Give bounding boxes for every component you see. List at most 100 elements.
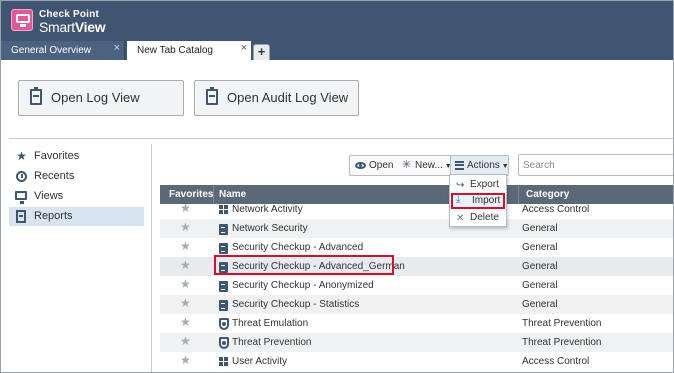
sidebar-item-views[interactable]: Views [9, 187, 144, 206]
shield-icon [219, 337, 229, 349]
chevron-down-icon: ▼ [501, 163, 509, 170]
monitor-icon [15, 191, 27, 204]
sidebar-item-label: Views [34, 190, 64, 202]
favorite-star-icon[interactable]: ★ [180, 204, 191, 218]
sidebar-item-label: Recents [34, 170, 75, 182]
favorite-star-icon[interactable]: ★ [180, 256, 191, 275]
row-name: Security Checkup - Statistics [232, 299, 360, 310]
clipboard-icon [206, 87, 218, 105]
export-icon: ↪ [456, 180, 465, 191]
star-icon: ★ [16, 149, 27, 163]
row-name: Network Security [232, 223, 308, 234]
menu-item-export[interactable]: ↪ Export [451, 177, 505, 193]
row-name: Security Checkup - Anonymized [232, 280, 374, 291]
clipboard-icon [30, 87, 42, 105]
close-icon[interactable]: × [114, 39, 120, 58]
row-category: General [522, 223, 558, 234]
open-button[interactable]: Open [355, 156, 393, 175]
sidebar-item-label: Favorites [34, 150, 80, 162]
table-row[interactable]: ★ Network Activity Access Control [160, 204, 673, 219]
favorite-star-icon[interactable]: ★ [180, 218, 191, 237]
row-name: Threat Prevention [232, 337, 312, 348]
grid-icon [219, 357, 228, 368]
favorite-star-icon[interactable]: ★ [180, 275, 191, 294]
open-audit-log-view-button[interactable]: Open Audit Log View [194, 80, 359, 116]
import-icon: ⤓ [456, 194, 461, 205]
button-label: Open [369, 160, 394, 171]
button-label: Open Audit Log View [227, 90, 349, 105]
actions-menu: ↪ Export ⤓ Import ✕ Delete [449, 174, 507, 227]
new-button[interactable]: ✳ New... ▼ [402, 156, 452, 175]
row-category: Threat Prevention [522, 337, 602, 348]
button-label: Actions [467, 160, 500, 171]
menu-icon [455, 161, 464, 170]
table-row[interactable]: ★ Security Checkup - Anonymized General [160, 275, 673, 295]
row-category: General [522, 242, 558, 253]
catalog-toolbar: Open ✳ New... ▼ Actions ▼ [349, 155, 509, 176]
report-icon [219, 300, 228, 311]
menu-item-label: Export [470, 179, 499, 190]
column-header-name[interactable]: Name [219, 185, 246, 204]
product-name: SmartView [39, 19, 106, 35]
table-row[interactable]: ★ User Activity Access Control [160, 351, 673, 371]
table-row[interactable]: ★ Network Security General [160, 218, 673, 238]
close-icon[interactable]: × [241, 39, 247, 58]
tab-new-tab-catalog[interactable]: New Tab Catalog × [127, 41, 251, 60]
search-input[interactable] [518, 154, 673, 176]
sidebar-item-favorites[interactable]: ★ Favorites [9, 147, 144, 166]
clock-icon [16, 171, 27, 182]
tab-strip: General Overview × New Tab Catalog × + [1, 41, 673, 60]
highlight-box [214, 255, 394, 275]
favorite-star-icon[interactable]: ★ [180, 237, 191, 256]
table-row[interactable]: ★ Security Checkup - Statistics General [160, 294, 673, 314]
table-header: Favorites Name Category [160, 185, 673, 204]
button-label: New... [415, 160, 443, 171]
open-log-view-button[interactable]: Open Log View [18, 80, 184, 116]
button-label: Open Log View [51, 90, 140, 105]
menu-item-import[interactable]: ⤓ Import [451, 193, 505, 209]
divider [9, 138, 673, 139]
sidebar-item-recents[interactable]: Recents [9, 167, 144, 186]
menu-item-label: Import [472, 195, 501, 206]
tab-label: General Overview [11, 45, 92, 56]
report-icon [219, 224, 228, 235]
table-body: ★ Network Activity Access Control ★ Netw… [160, 204, 673, 372]
row-name: Network Activity [232, 204, 303, 215]
favorite-star-icon[interactable]: ★ [180, 294, 191, 313]
row-category: General [522, 280, 558, 291]
column-header-favorites[interactable]: Favorites [169, 185, 213, 204]
column-header-category[interactable]: Category [526, 185, 569, 204]
tab-label: New Tab Catalog [137, 45, 213, 56]
favorite-star-icon[interactable]: ★ [180, 313, 191, 332]
menu-item-delete[interactable]: ✕ Delete [451, 210, 505, 226]
row-category: General [522, 261, 558, 272]
monitor-logo-icon [11, 9, 33, 31]
row-name: Threat Emulation [232, 318, 309, 329]
sparkle-icon: ✳ [402, 159, 412, 171]
table-row[interactable]: ★ Threat Emulation Threat Prevention [160, 313, 673, 333]
sidebar-item-reports[interactable]: Reports [9, 207, 144, 226]
row-name: User Activity [232, 356, 288, 367]
divider [151, 144, 152, 372]
row-category: General [522, 299, 558, 310]
app-header: Check Point SmartView [1, 1, 673, 41]
favorite-star-icon[interactable]: ★ [180, 351, 191, 370]
add-tab-button[interactable]: + [253, 44, 270, 60]
shield-icon [219, 318, 229, 330]
sidebar-item-label: Reports [34, 210, 73, 222]
catalog-table: Favorites Name Category ★ Network Activi… [160, 185, 673, 372]
report-icon [219, 243, 228, 254]
grid-icon [219, 205, 228, 216]
table-row[interactable]: ★ Threat Prevention Threat Prevention [160, 332, 673, 352]
row-category: Access Control [522, 204, 590, 215]
tab-general-overview[interactable]: General Overview × [1, 41, 125, 60]
row-category: Threat Prevention [522, 318, 602, 329]
app-window: Check Point SmartView General Overview ×… [0, 0, 674, 373]
actions-button[interactable]: Actions ▼ [450, 156, 509, 175]
report-icon [16, 210, 26, 223]
eye-icon [355, 162, 366, 169]
menu-item-label: Delete [470, 212, 499, 223]
favorite-star-icon[interactable]: ★ [180, 332, 191, 351]
row-category: Access Control [522, 356, 590, 367]
report-icon [219, 281, 228, 292]
